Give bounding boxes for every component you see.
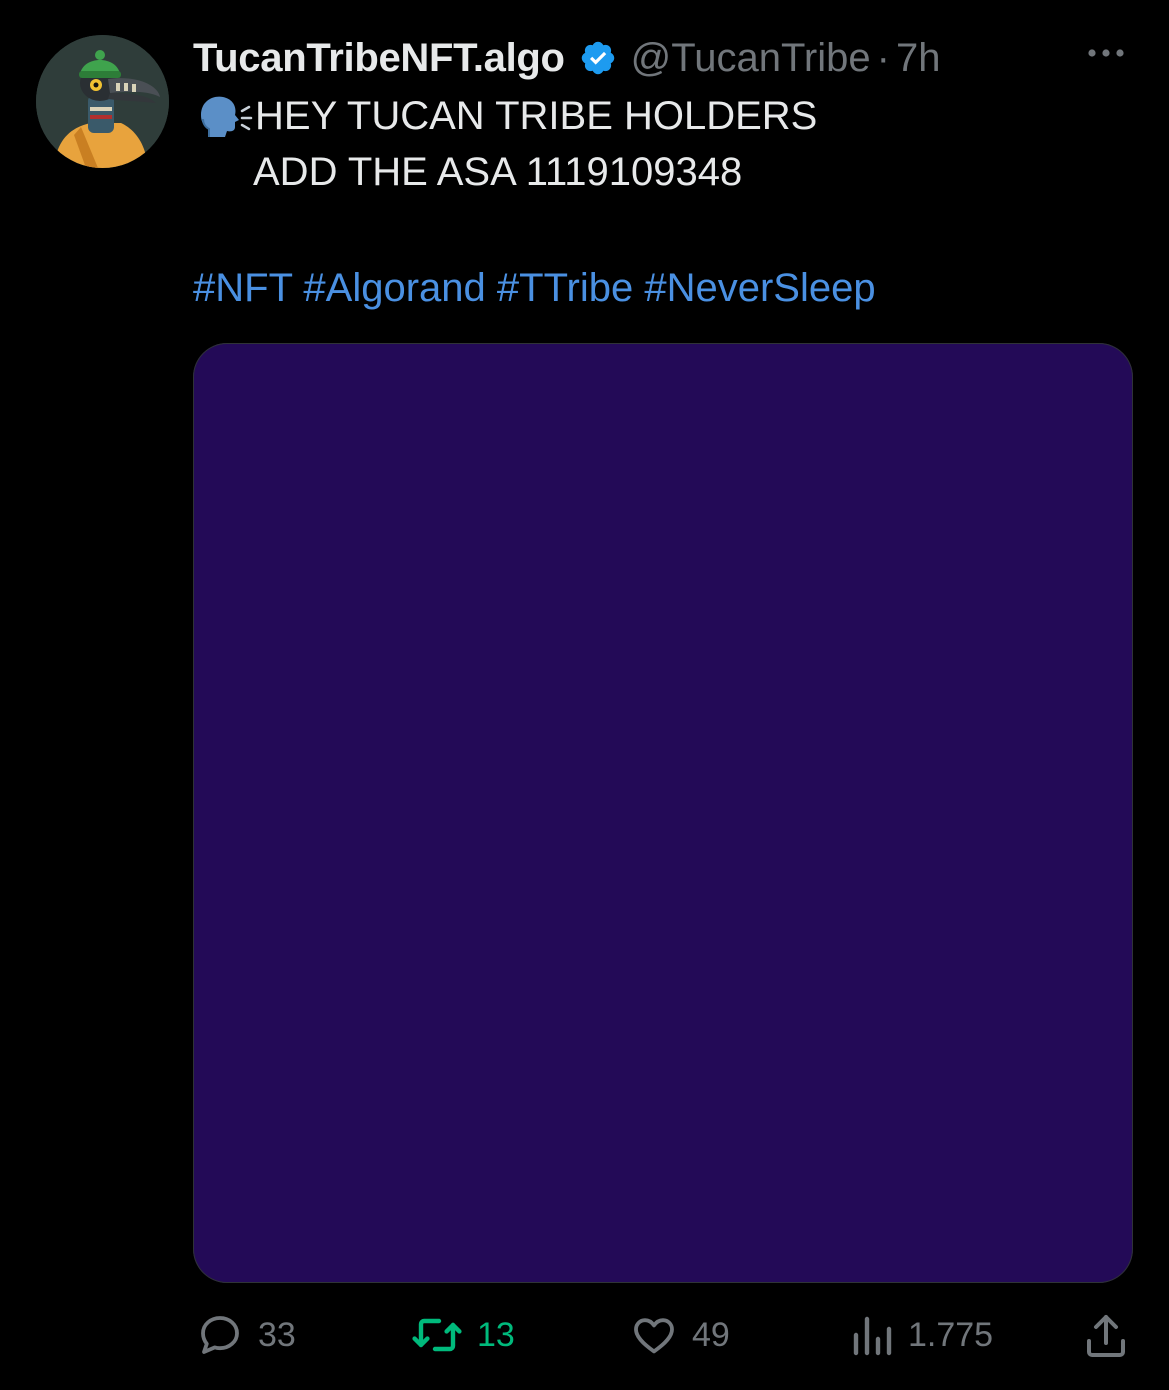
reply-button[interactable]: 33	[196, 1310, 296, 1360]
tweet-timestamp[interactable]: 7h	[896, 36, 941, 81]
tweet-text-line-2: ADD THE ASA 1119109348	[253, 150, 743, 194]
tweet-text-line-1: HEY TUCAN TRIBE HOLDERS	[197, 92, 817, 140]
reply-count: 33	[258, 1315, 296, 1354]
views-button[interactable]: 1.775	[850, 1310, 993, 1360]
share-icon	[1087, 1315, 1125, 1357]
hashtag-link[interactable]: #TTribe	[497, 266, 633, 310]
retweet-button[interactable]: 13	[411, 1310, 515, 1360]
hashtag-link[interactable]: #NeverSleep	[644, 266, 875, 310]
tweet-header: TucanTribeNFT.algo @TucanTribe · 7h	[193, 30, 940, 86]
tweet-actions: 33 13 49 1.775	[0, 1310, 1169, 1360]
separator-dot: ·	[876, 35, 890, 80]
speaking-head-icon	[201, 96, 253, 137]
hashtags: #NFT #Algorand #TTribe #NeverSleep	[193, 266, 876, 311]
reply-icon	[201, 1316, 239, 1354]
verified-badge-icon	[581, 41, 614, 75]
retweet-count: 13	[477, 1315, 515, 1354]
author-handle[interactable]: @TucanTribe	[631, 36, 871, 81]
heart-icon	[634, 1318, 674, 1354]
views-count: 1.775	[908, 1315, 994, 1354]
share-button[interactable]	[1083, 1310, 1129, 1360]
hashtag-link[interactable]: #Algorand	[303, 266, 485, 310]
tweet-text-1: HEY TUCAN TRIBE HOLDERS	[255, 93, 818, 138]
author-display-name[interactable]: TucanTribeNFT.algo	[193, 36, 565, 81]
retweet-icon	[412, 1318, 462, 1352]
like-count: 49	[692, 1315, 730, 1354]
analytics-icon	[853, 1316, 892, 1356]
avatar[interactable]	[36, 35, 169, 168]
more-horizontal-icon[interactable]	[1084, 38, 1128, 68]
toucan-avatar	[36, 35, 169, 168]
tweet-media[interactable]	[193, 343, 1133, 1283]
like-button[interactable]: 49	[630, 1310, 730, 1360]
hashtag-link[interactable]: #NFT	[193, 266, 292, 310]
